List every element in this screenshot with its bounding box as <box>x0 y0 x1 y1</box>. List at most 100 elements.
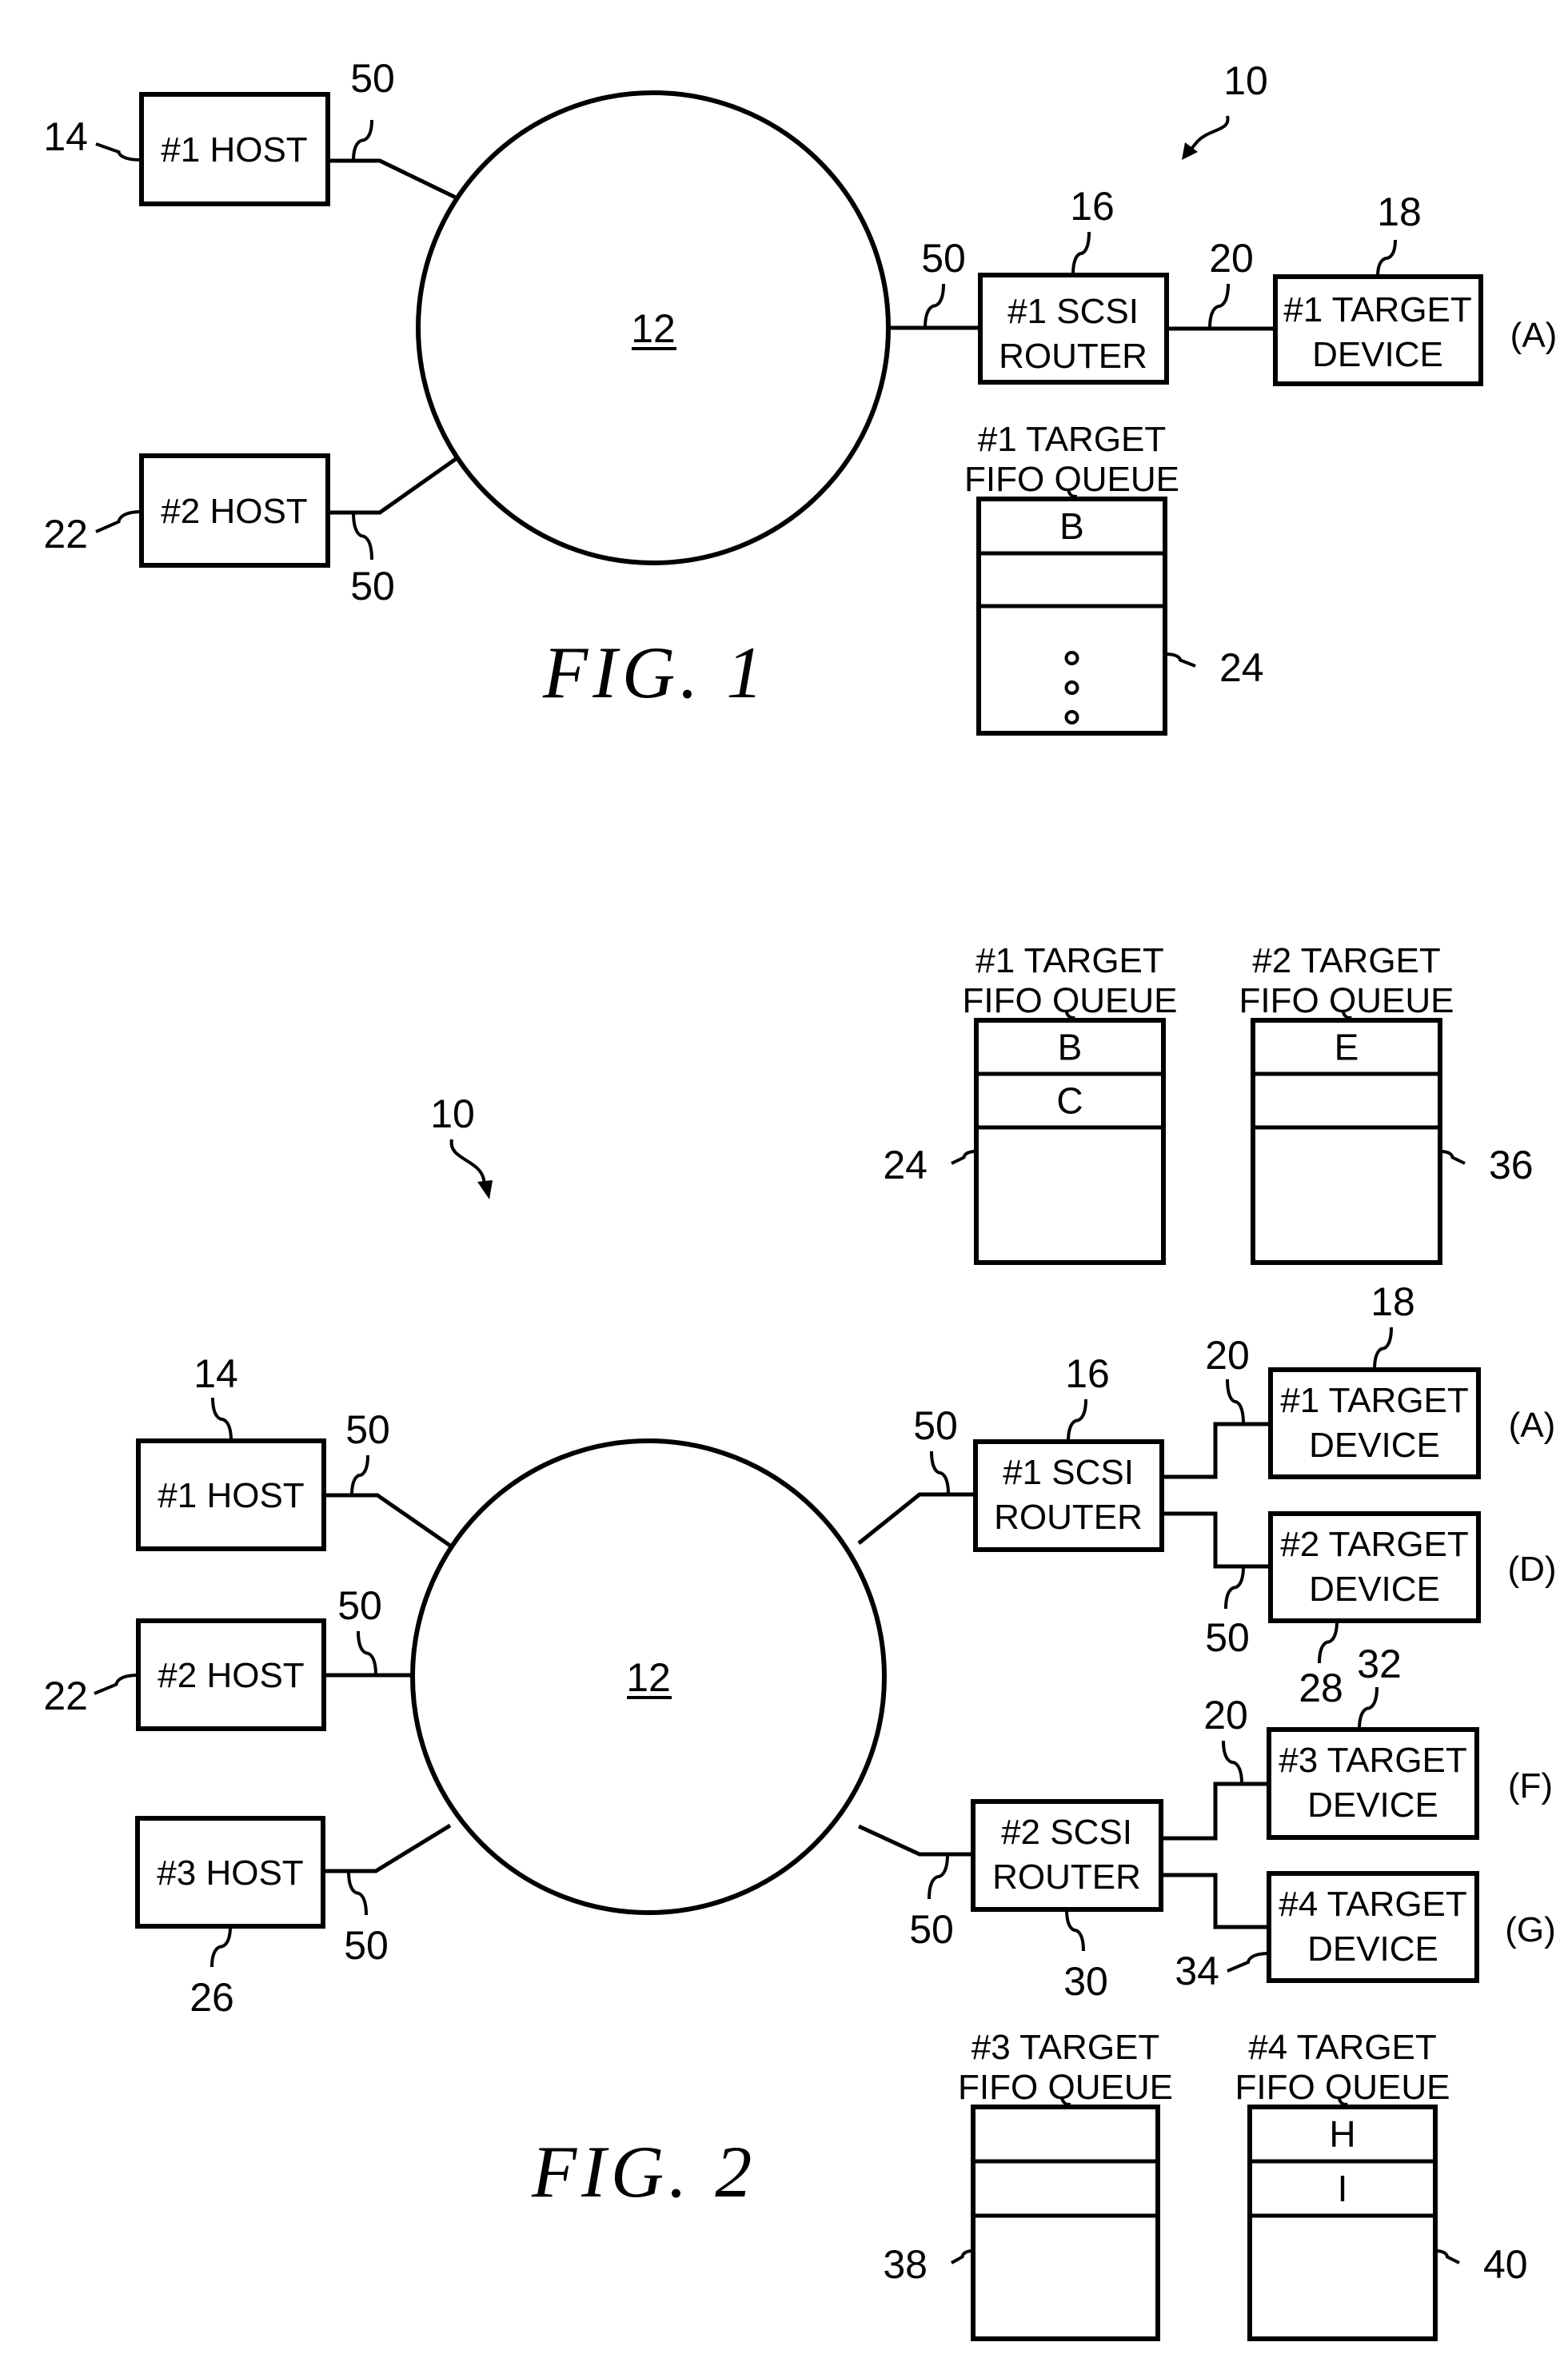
queue-slot: E <box>1335 1027 1359 1068</box>
leader-line <box>930 1450 950 1495</box>
leader-line <box>951 2249 974 2264</box>
leader-line <box>357 1630 377 1676</box>
reference-numeral: 50 <box>350 564 395 608</box>
figure-2: 10#1 TARGETFIFO QUEUEBC24#2 TARGETFIFO Q… <box>43 941 1557 2341</box>
host-label: #2 HOST <box>158 1656 304 1695</box>
reference-numeral: 36 <box>1489 1143 1534 1187</box>
leader-line <box>1164 652 1196 668</box>
router-label-line2: ROUTER <box>994 1498 1143 1537</box>
leader-line <box>1373 1327 1393 1371</box>
leader-line <box>352 119 373 162</box>
fifo-queue <box>971 2105 1160 2341</box>
leader-line <box>1067 1398 1087 1442</box>
reference-numeral: 50 <box>913 1403 958 1448</box>
reference-numeral: 16 <box>1065 1351 1110 1396</box>
router-label-line2: ROUTER <box>999 337 1147 376</box>
leader-line <box>352 512 373 561</box>
leader-line <box>1434 2249 1460 2264</box>
leader-line <box>951 1150 977 1165</box>
diagram-canvas: 12 #1 HOST 50 14 #2 HOST 50 22 10 #1 SCSI ROUTER 5… <box>43 56 1558 2341</box>
reference-numeral: 50 <box>1205 1615 1250 1660</box>
host-link <box>324 1493 452 1548</box>
arrowhead-icon <box>477 1180 493 1199</box>
target-tag: (F) <box>1508 1766 1553 1805</box>
system-reference-numeral: 10 <box>430 1091 475 1136</box>
target-label-line1: #3 TARGET <box>1279 1741 1467 1780</box>
leader-line <box>1065 1909 1085 1952</box>
router-link <box>857 1824 973 1857</box>
queue-title-line2: FIFO QUEUE <box>1239 981 1454 1020</box>
target-label-line1: #2 TARGET <box>1280 1525 1469 1564</box>
leader-line <box>211 1397 233 1442</box>
leader-line <box>1071 231 1091 276</box>
reference-numeral: 32 <box>1357 1642 1402 1686</box>
queue-title-line2: FIFO QUEUE <box>958 2068 1173 2107</box>
reference-numeral: 14 <box>194 1351 238 1396</box>
host-label: #1 HOST <box>161 130 307 170</box>
target-tag: (G) <box>1505 1910 1556 1949</box>
patent-drawing-sheet: 12 #1 HOST 50 14 #2 HOST 50 22 10 #1 SCSI ROUTER 5… <box>0 0 1568 2374</box>
leader-line <box>924 283 945 329</box>
leader-line <box>95 510 142 533</box>
target-label-line2: DEVICE <box>1309 1426 1440 1465</box>
reference-numeral: 38 <box>883 2242 928 2287</box>
host-label: #3 HOST <box>157 1853 303 1893</box>
reference-numeral: 20 <box>1205 1333 1250 1378</box>
target-tag: (A) <box>1509 1406 1556 1445</box>
reference-numeral: 50 <box>337 1583 382 1628</box>
queue-slot: H <box>1329 2113 1355 2155</box>
reference-numeral: 22 <box>43 1674 88 1718</box>
reference-numeral: 50 <box>350 56 395 101</box>
figure-caption: FIG. 1 <box>542 632 768 713</box>
scsi-bus-link <box>1162 1511 1271 1569</box>
target-label-line1: #1 TARGET <box>1283 290 1472 329</box>
leader-line <box>1318 1620 1339 1664</box>
queue-title-line1: #3 TARGET <box>972 2028 1160 2067</box>
queue-slot: B <box>1058 1027 1083 1068</box>
reference-numeral: 50 <box>909 1907 954 1952</box>
router-label-line1: #1 SCSI <box>1007 292 1139 331</box>
reference-numeral: 34 <box>1175 1949 1219 1993</box>
leader-line <box>1208 283 1230 329</box>
reference-numeral: 24 <box>883 1143 928 1187</box>
scsi-bus-link <box>1162 1422 1271 1479</box>
leader-line <box>350 1454 369 1496</box>
network-label: 12 <box>631 306 676 351</box>
leader-line <box>1224 1566 1245 1610</box>
leader-line <box>347 1870 368 1916</box>
figure-1: 12 #1 HOST 50 14 #2 HOST 50 22 10 #1 SCSI ROUTER 5… <box>43 56 1558 736</box>
queue-title-line1: #1 TARGET <box>976 941 1164 980</box>
queue-title-line2: FIFO QUEUE <box>1235 2068 1450 2107</box>
ellipsis-dot-icon <box>1064 680 1079 695</box>
queue-title-line2: FIFO QUEUE <box>963 981 1178 1020</box>
router-label-line1: #2 SCSI <box>1001 1813 1132 1852</box>
queue-slot: B <box>1059 505 1084 547</box>
target-label-line1: #4 TARGET <box>1279 1885 1467 1924</box>
router-link <box>857 1492 976 1545</box>
reference-numeral: 50 <box>344 1923 389 1968</box>
reference-numeral: 50 <box>345 1407 390 1452</box>
target-label-line1: #1 TARGET <box>1280 1381 1469 1420</box>
reference-numeral: 14 <box>43 114 88 159</box>
reference-numeral: 18 <box>1371 1279 1415 1324</box>
reference-numeral: 22 <box>43 512 88 557</box>
scsi-bus-link <box>1161 1873 1269 1929</box>
system-reference-numeral: 10 <box>1223 58 1268 103</box>
reference-numeral: 28 <box>1299 1666 1343 1710</box>
network-label: 12 <box>626 1655 671 1700</box>
scsi-bus-link <box>1161 1781 1269 1841</box>
system-arrow-icon <box>1186 115 1230 155</box>
queue-title-line1: #4 TARGET <box>1248 2028 1437 2067</box>
target-tag: (A) <box>1510 316 1558 355</box>
target-label-line2: DEVICE <box>1307 1929 1438 1969</box>
leader-line <box>94 1674 139 1695</box>
queue-slot: C <box>1056 1080 1083 1122</box>
leader-line <box>210 1925 232 1968</box>
reference-numeral: 20 <box>1203 1693 1248 1738</box>
target-label-line2: DEVICE <box>1309 1570 1440 1609</box>
reference-numeral: 30 <box>1063 1959 1108 2004</box>
queue-title-line1: #1 TARGET <box>978 420 1167 459</box>
leader-line <box>928 1853 949 1900</box>
leader-line <box>1227 1952 1270 1973</box>
reference-numeral: 40 <box>1483 2242 1528 2287</box>
